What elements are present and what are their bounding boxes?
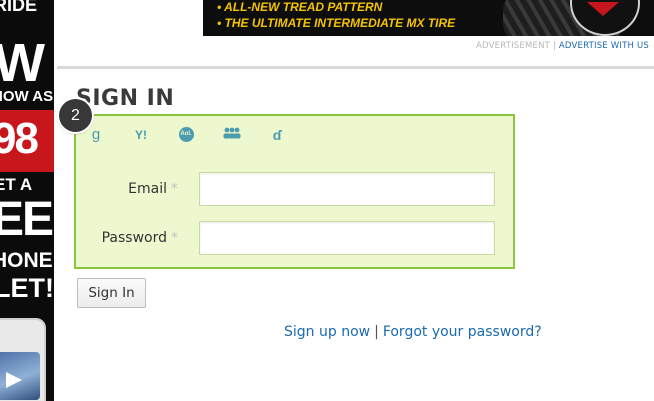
side-ad-text-1: RIDE [0, 0, 38, 15]
header-divider [57, 66, 654, 69]
aol-login-label: Aol. [178, 127, 194, 143]
advertisement-label: ADVERTISEMENT [476, 41, 551, 51]
openid-login-icon[interactable]: ɗ [263, 124, 291, 146]
phone-play-icon [6, 372, 22, 388]
email-field[interactable] [199, 172, 495, 206]
password-field[interactable] [199, 221, 495, 255]
ad-caption-separator: | [552, 41, 557, 51]
aol-login-icon[interactable]: Aol. [172, 124, 200, 146]
email-label: Email * [128, 181, 178, 197]
password-required-marker: * [171, 230, 178, 246]
groups-login-icon[interactable] [218, 124, 246, 146]
side-ad-text-2: W [0, 33, 45, 93]
side-ad-price: 98 [0, 114, 39, 163]
ad-caption: ADVERTISEMENT | ADVERTISE WITH US [476, 41, 649, 51]
sign-up-link[interactable]: Sign up now [284, 324, 370, 340]
email-row: Email * [76, 172, 513, 208]
links-separator: | [374, 324, 379, 340]
sign-in-button[interactable]: Sign In [77, 278, 146, 308]
brand-logo-mark-icon [587, 2, 619, 16]
forgot-password-link[interactable]: Forgot your password? [383, 324, 542, 340]
email-label-text: Email [128, 181, 167, 197]
side-ad-text-6: EE [0, 193, 54, 246]
banner-ad-bullet-1: • ALL-NEW TREAD PATTERN [217, 0, 383, 14]
side-ad-text-3: NOW AS [0, 88, 54, 105]
password-row: Password * [76, 221, 513, 257]
account-links: Sign up now | Forgot your password? [284, 324, 542, 340]
top-banner-advertisement[interactable]: • ALL-NEW TREAD PATTERN • THE ULTIMATE I… [203, 0, 654, 36]
password-label: Password * [102, 230, 178, 246]
groups-icon [223, 127, 241, 139]
advertise-with-us-link[interactable]: ADVERTISE WITH US [559, 41, 649, 51]
email-required-marker: * [171, 181, 178, 197]
sign-in-form: g Y! Aol. ɗ Email * Password * [74, 114, 515, 269]
side-ad-text-5: ET A [0, 175, 33, 194]
side-ad-text-8: LET! [0, 273, 54, 303]
page-title: SIGN IN [76, 86, 175, 111]
side-ad-text-7: HONE [0, 249, 53, 272]
yahoo-login-icon[interactable]: Y! [127, 124, 155, 146]
step-badge: 2 [59, 99, 92, 132]
password-label-text: Password [101, 230, 167, 246]
banner-ad-bullet-2: • THE ULTIMATE INTERMEDIATE MX TIRE [217, 16, 456, 30]
side-advertisement[interactable]: RIDE W NOW AS 98 ET A EE HONE LET! [0, 0, 54, 401]
